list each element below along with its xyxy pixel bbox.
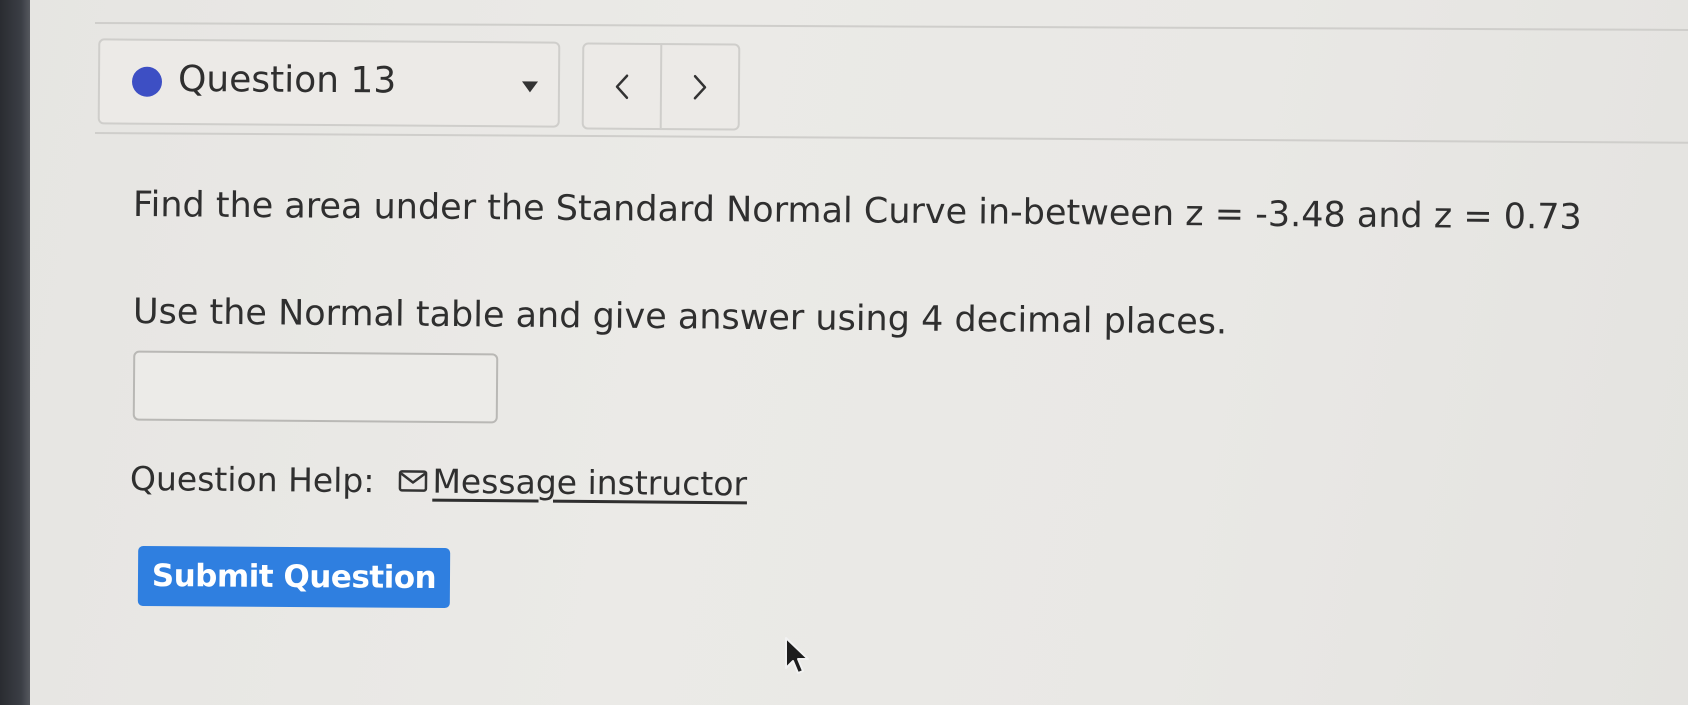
top-divider — [94, 22, 1688, 31]
mail-icon — [398, 469, 430, 493]
question-nav — [581, 42, 741, 131]
question-prompt: Find the area under the Standard Normal … — [132, 185, 1582, 238]
question-help-label: Question Help: — [129, 459, 375, 501]
chevron-right-icon — [693, 74, 707, 99]
question-selector[interactable]: Question 13 — [97, 38, 561, 128]
screen-bezel — [0, 0, 30, 705]
next-question-button[interactable] — [659, 44, 739, 129]
chevron-left-icon — [615, 74, 629, 99]
submit-question-button[interactable]: Submit Question — [137, 545, 451, 609]
message-instructor-link[interactable]: Message instructor — [398, 461, 747, 503]
message-instructor-label: Message instructor — [432, 461, 748, 504]
question-help: Question Help: Message instructor — [130, 459, 747, 503]
caret-down-icon — [521, 81, 539, 93]
answer-input[interactable] — [132, 350, 499, 424]
mouse-pointer-icon — [785, 637, 809, 674]
status-dot-icon — [131, 66, 163, 97]
header-divider — [94, 132, 1688, 144]
question-instructions: Use the Normal table and give answer usi… — [132, 292, 1228, 343]
prev-question-button[interactable] — [584, 44, 661, 128]
question-label: Question 13 — [177, 58, 397, 102]
